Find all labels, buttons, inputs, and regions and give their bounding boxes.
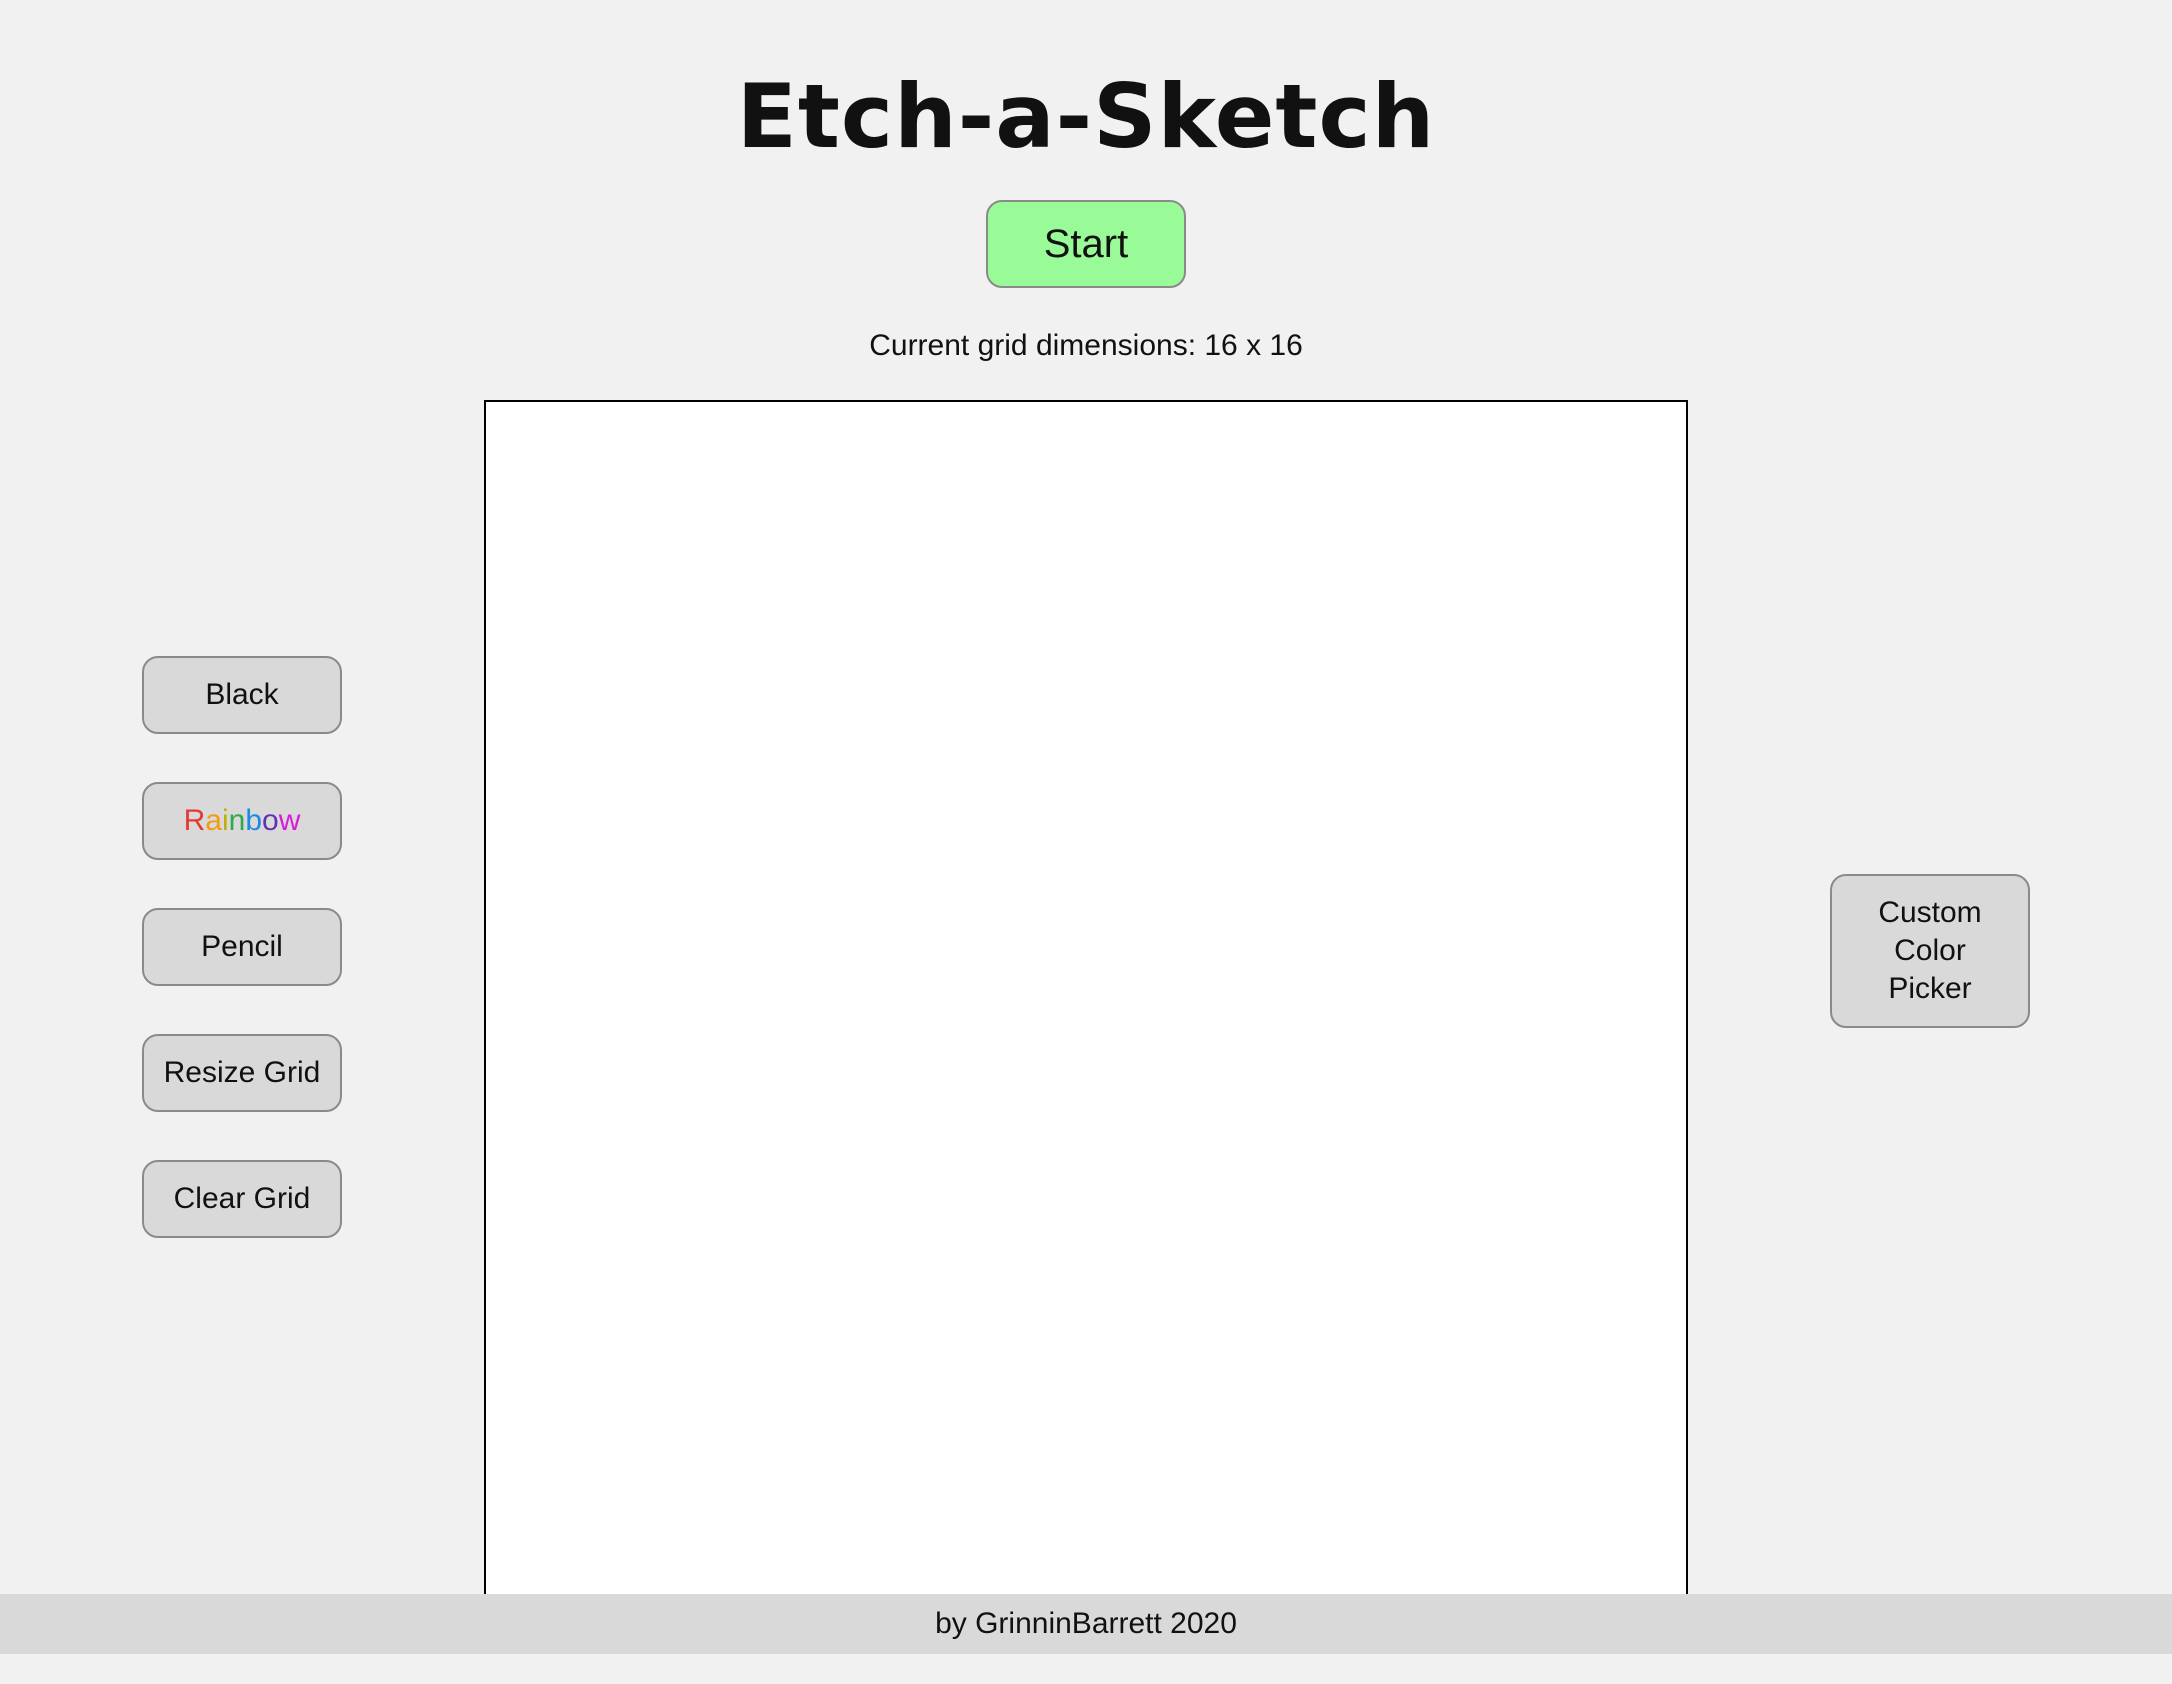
rainbow-letter: n	[228, 804, 246, 837]
rainbow-letter: a	[205, 804, 222, 837]
grid-dimensions-text: Current grid dimensions: 16 x 16	[869, 329, 1303, 362]
rainbow-letter: R	[183, 804, 206, 837]
black-mode-button[interactable]: Black	[142, 656, 342, 734]
resize-grid-button[interactable]: Resize Grid	[142, 1034, 342, 1112]
rainbow-mode-button[interactable]: Rainbow	[142, 782, 342, 860]
clear-grid-button[interactable]: Clear Grid	[142, 1160, 342, 1238]
rainbow-label: Rainbow	[184, 804, 301, 838]
rainbow-letter: w	[278, 804, 301, 837]
footer-credit: by GrinninBarrett 2020	[935, 1607, 1237, 1640]
page-title: Etch-a-Sketch	[736, 65, 1436, 168]
footer: by GrinninBarrett 2020	[0, 1594, 2172, 1654]
sketch-grid[interactable]	[484, 400, 1688, 1594]
start-button[interactable]: Start	[986, 200, 1186, 288]
rainbow-letter: o	[262, 804, 279, 837]
pencil-mode-button[interactable]: Pencil	[142, 908, 342, 986]
etch-a-sketch-page: Etch-a-Sketch Start Current grid dimensi…	[0, 0, 2172, 1684]
rainbow-letter: i	[221, 804, 229, 837]
rainbow-letter: b	[245, 804, 263, 837]
custom-color-picker-button[interactable]: Custom Color Picker	[1830, 874, 2030, 1028]
